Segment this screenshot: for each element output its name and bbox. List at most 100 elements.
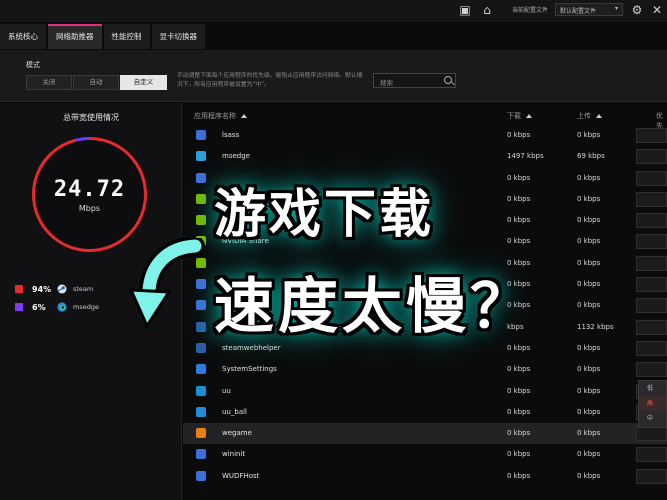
app-name: uu xyxy=(222,386,231,395)
priority-select[interactable] xyxy=(636,234,667,250)
priority-dropdown-menu: 低 高 中 xyxy=(638,380,667,428)
priority-select[interactable] xyxy=(636,213,667,229)
tab-gpu-switcher[interactable]: 显卡切换器 xyxy=(151,24,205,49)
home-icon[interactable]: ⌂ xyxy=(480,3,494,17)
priority-select[interactable] xyxy=(636,426,667,442)
app-icon xyxy=(196,385,206,396)
tab-network-booster[interactable]: 网络助推器 xyxy=(48,24,102,49)
priority-select[interactable] xyxy=(636,340,667,356)
app-icon xyxy=(196,257,206,268)
priority-option-high[interactable]: 高 xyxy=(639,396,666,411)
upload-rate: 0 kbps xyxy=(577,343,601,352)
upload-rate: 0 kbps xyxy=(577,386,601,395)
app-icon xyxy=(196,406,206,417)
table-row[interactable]: 0 kbps 0 kbps xyxy=(183,295,667,316)
column-upload[interactable]: 上传 xyxy=(577,111,602,121)
download-rate: 0 kbps xyxy=(507,450,531,459)
table-row[interactable]: 0 kbps 0 kbps xyxy=(183,168,667,189)
search-placeholder: 搜索 xyxy=(380,79,393,87)
table-row[interactable]: uu_ball 0 kbps 0 kbps xyxy=(183,402,667,423)
download-rate: 0 kbps xyxy=(507,194,531,203)
table-row[interactable]: 0 kbps 0 kbps xyxy=(183,189,667,210)
mode-auto-button[interactable]: 自动 xyxy=(73,75,119,90)
app-name: wegame xyxy=(222,429,252,438)
table-row[interactable]: 0 kbps 0 kbps xyxy=(183,253,667,274)
legend-percent: 94% xyxy=(32,284,52,294)
priority-select[interactable] xyxy=(636,149,667,165)
column-app-name-label: 应用程序名称 xyxy=(194,112,236,120)
table-row[interactable]: WUDFHost 0 kbps 0 kbps xyxy=(183,466,667,487)
priority-select[interactable] xyxy=(636,362,667,378)
sort-up-icon xyxy=(526,114,532,118)
notebook-icon[interactable]: ▣ xyxy=(458,3,472,17)
sort-up-icon xyxy=(241,114,247,118)
priority-select[interactable] xyxy=(636,128,667,143)
priority-select[interactable] xyxy=(636,277,667,293)
app-icon xyxy=(196,130,206,140)
priority-select[interactable] xyxy=(636,255,667,271)
bandwidth-usage-panel: 总带宽使用情况 24.72 Mbps 94% steam 6% msedge xyxy=(0,103,182,500)
table-row[interactable]: NVIDIA Share 0 kbps 0 kbps xyxy=(183,231,667,252)
column-app-name[interactable]: 应用程序名称 xyxy=(194,111,247,121)
priority-option-medium[interactable]: 中 xyxy=(639,411,666,426)
app-icon xyxy=(196,151,206,162)
table-row[interactable]: kbps 1132 kbps xyxy=(183,317,667,338)
download-rate: 0 kbps xyxy=(507,131,531,139)
column-upload-label: 上传 xyxy=(577,112,591,120)
profile-label: 当前配置文件 xyxy=(512,7,549,14)
upload-rate: 0 kbps xyxy=(577,280,601,289)
table-row[interactable]: lsass 0 kbps 0 kbps xyxy=(183,125,667,146)
priority-select[interactable] xyxy=(636,170,667,186)
chevron-down-icon: ▾ xyxy=(614,5,618,12)
tab-system-core[interactable]: 系统核心 xyxy=(0,24,46,49)
legend-item-steam: 94% steam xyxy=(15,283,93,295)
app-table-body: lsass 0 kbps 0 kbps msedge 1497 kbps 69 kbps 0… xyxy=(183,125,667,487)
upload-rate: 1132 kbps xyxy=(577,322,614,331)
app-name: SystemSettings xyxy=(222,365,277,374)
priority-select[interactable] xyxy=(636,319,667,335)
search-input[interactable]: 搜索 xyxy=(373,73,456,88)
usage-unit: Mbps xyxy=(78,204,101,213)
mode-description: 手动调整下面每个应用程序的优先级。碰阻止应用程序访问网络。默认情况下，所有应用程… xyxy=(177,73,363,88)
table-row[interactable]: 0 kbps 0 kbps xyxy=(183,210,667,231)
upload-rate: 0 kbps xyxy=(577,365,601,374)
priority-select[interactable] xyxy=(636,447,667,463)
priority-select[interactable] xyxy=(636,191,667,207)
app-icon xyxy=(196,215,206,226)
upload-rate: 0 kbps xyxy=(577,237,601,246)
upload-rate: 0 kbps xyxy=(577,194,601,203)
download-rate: 0 kbps xyxy=(507,386,531,395)
app-name: steamwebhelper xyxy=(222,343,281,352)
column-download-label: 下载 xyxy=(507,112,521,120)
usage-value: 24.72 xyxy=(53,177,126,202)
mode-off-button[interactable]: 关闭 xyxy=(26,75,72,90)
priority-select[interactable] xyxy=(636,468,667,484)
column-download[interactable]: 下载 xyxy=(507,111,532,121)
table-row[interactable]: 0 kbps 0 kbps xyxy=(183,274,667,295)
upload-rate: 0 kbps xyxy=(577,301,601,310)
close-icon[interactable]: ✕ xyxy=(650,3,664,17)
tab-performance-control[interactable]: 性能控制 xyxy=(103,24,150,49)
table-row[interactable]: wegame 0 kbps 0 kbps xyxy=(183,423,667,445)
download-rate: 0 kbps xyxy=(507,280,531,289)
mode-title: 模式 xyxy=(26,61,40,69)
upload-rate: 0 kbps xyxy=(577,216,601,225)
app-table-header: 应用程序名称 下载 上传 优先 xyxy=(183,103,667,130)
priority-select[interactable] xyxy=(636,298,667,314)
profile-select[interactable]: 默认配置文件 ▾ xyxy=(555,3,623,16)
table-row[interactable]: SystemSettings 0 kbps 0 kbps xyxy=(183,359,667,380)
priority-option-low[interactable]: 低 xyxy=(639,381,666,396)
upload-rate: 0 kbps xyxy=(577,450,601,459)
app-icon xyxy=(196,342,206,353)
download-rate: 0 kbps xyxy=(507,237,531,246)
gamepad-icon[interactable]: ⚙ xyxy=(630,3,644,17)
mode-custom-button[interactable]: 自定义 xyxy=(120,75,167,90)
app-icon xyxy=(196,428,206,439)
app-icon xyxy=(196,279,206,290)
table-row[interactable]: msedge 1497 kbps 69 kbps xyxy=(183,146,667,167)
table-row[interactable]: wininit 0 kbps 0 kbps xyxy=(183,444,667,465)
app-name: msedge xyxy=(222,152,250,161)
app-icon xyxy=(196,470,206,481)
table-row[interactable]: steamwebhelper 0 kbps 0 kbps xyxy=(183,338,667,359)
table-row[interactable]: uu 0 kbps 0 kbps xyxy=(183,381,667,402)
